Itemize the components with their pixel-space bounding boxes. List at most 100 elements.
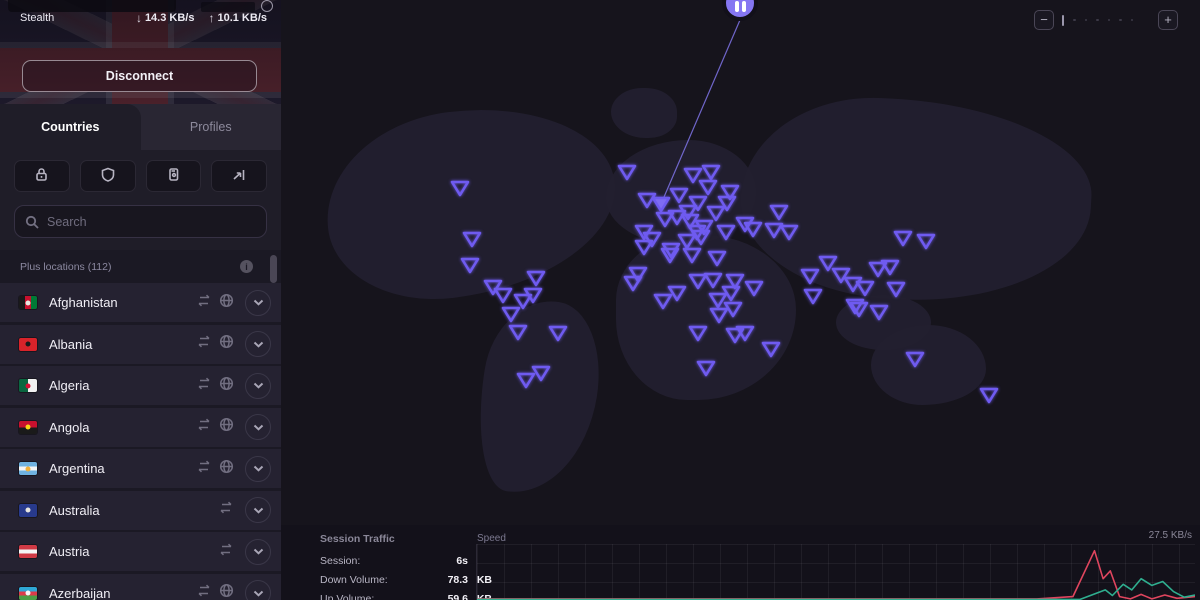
location-pin[interactable] — [644, 233, 660, 246]
expand-country-button[interactable] — [245, 290, 271, 316]
location-pin[interactable] — [679, 235, 695, 248]
globe-icon[interactable] — [219, 293, 234, 313]
swap-connection-icon[interactable] — [218, 501, 234, 519]
location-pin[interactable] — [690, 275, 706, 288]
location-pin[interactable] — [452, 182, 468, 195]
expand-country-button[interactable] — [245, 414, 271, 440]
location-pin[interactable] — [907, 353, 923, 366]
location-pin[interactable] — [690, 327, 706, 340]
location-pin[interactable] — [619, 166, 635, 179]
location-pin[interactable] — [709, 252, 725, 265]
location-pin[interactable] — [518, 374, 534, 387]
location-pin[interactable] — [533, 367, 549, 380]
location-pin[interactable] — [710, 294, 726, 307]
info-icon[interactable]: i — [240, 260, 253, 273]
globe-icon[interactable] — [219, 334, 234, 354]
connected-location-pin[interactable] — [653, 198, 669, 211]
zoom-slider[interactable] — [1062, 15, 1150, 26]
disconnect-button[interactable]: Disconnect — [22, 60, 257, 92]
location-pin[interactable] — [705, 274, 721, 287]
country-row-afghanistan[interactable]: Afghanistan — [0, 283, 281, 322]
expand-country-button[interactable] — [245, 373, 271, 399]
search-box[interactable] — [14, 205, 267, 238]
tab-countries[interactable]: Countries — [0, 104, 141, 150]
session-stat-row: Down Volume:78.3KB — [320, 574, 492, 586]
swap-connection-icon[interactable] — [196, 335, 212, 353]
swap-connection-icon[interactable] — [196, 460, 212, 478]
location-pin[interactable] — [805, 290, 821, 303]
country-row-argentina[interactable]: Argentina — [0, 449, 281, 488]
location-pin[interactable] — [746, 282, 762, 295]
globe-icon[interactable] — [219, 459, 234, 479]
shield-filter-button[interactable] — [80, 160, 136, 192]
location-pin[interactable] — [895, 232, 911, 245]
location-pin[interactable] — [550, 327, 566, 340]
swap-connection-icon[interactable] — [218, 543, 234, 561]
country-row-azerbaijan[interactable]: Azerbaijan — [0, 574, 281, 600]
location-pin[interactable] — [857, 282, 873, 295]
location-pin[interactable] — [655, 295, 671, 308]
swap-connection-icon[interactable] — [196, 377, 212, 395]
country-row-austria[interactable]: Austria — [0, 532, 281, 571]
location-pin[interactable] — [981, 389, 997, 402]
location-pin[interactable] — [503, 308, 519, 321]
location-pin[interactable] — [690, 197, 706, 210]
shield-icon — [101, 167, 115, 185]
location-pin[interactable] — [703, 166, 719, 179]
location-pin[interactable] — [918, 235, 934, 248]
globe-icon[interactable] — [219, 417, 234, 437]
tor-filter-button[interactable] — [146, 160, 202, 192]
globe-icon[interactable] — [219, 583, 234, 600]
location-pin[interactable] — [528, 272, 544, 285]
lock-filter-button[interactable] — [14, 160, 70, 192]
zoom-slider-thumb[interactable] — [1062, 15, 1064, 26]
country-row-albania[interactable]: Albania — [0, 325, 281, 364]
zoom-in-button[interactable]: + — [1158, 10, 1178, 30]
country-row-algeria[interactable]: Algeria — [0, 366, 281, 405]
location-pin[interactable] — [718, 226, 734, 239]
expand-country-button[interactable] — [245, 331, 271, 357]
location-pin[interactable] — [464, 233, 480, 246]
location-pin[interactable] — [708, 207, 724, 220]
location-pin[interactable] — [639, 194, 655, 207]
location-pin[interactable] — [700, 181, 716, 194]
search-input[interactable] — [47, 215, 256, 229]
location-pin[interactable] — [669, 287, 685, 300]
globe-icon[interactable] — [219, 376, 234, 396]
location-pin[interactable] — [781, 226, 797, 239]
country-row-angola[interactable]: Angola — [0, 408, 281, 447]
stat-value: 6s — [430, 555, 468, 567]
location-pin[interactable] — [766, 224, 782, 237]
location-pin[interactable] — [462, 259, 478, 272]
location-pin[interactable] — [871, 306, 887, 319]
location-pin[interactable] — [510, 326, 526, 339]
scrollbar-thumb[interactable] — [270, 255, 277, 283]
location-pin[interactable] — [485, 281, 501, 294]
location-pin[interactable] — [771, 206, 787, 219]
location-pin[interactable] — [671, 189, 687, 202]
tab-profiles[interactable]: Profiles — [141, 104, 282, 150]
expand-country-button[interactable] — [245, 497, 271, 523]
jump-to-server-filter-button[interactable] — [211, 160, 267, 192]
location-pin[interactable] — [630, 268, 646, 281]
location-pin[interactable] — [625, 277, 641, 290]
location-pin[interactable] — [636, 241, 652, 254]
location-pin[interactable] — [698, 362, 714, 375]
location-pin[interactable] — [495, 289, 511, 302]
zoom-out-button[interactable]: − — [1034, 10, 1054, 30]
download-speed: ↓ 14.3 KB/s — [136, 11, 195, 25]
location-pin[interactable] — [685, 169, 701, 182]
location-pin[interactable] — [802, 270, 818, 283]
world-map[interactable]: − + Session Traffic Session:6sDown Volum… — [281, 0, 1200, 600]
location-pin[interactable] — [888, 283, 904, 296]
expand-country-button[interactable] — [245, 456, 271, 482]
location-pin[interactable] — [763, 343, 779, 356]
swap-connection-icon[interactable] — [196, 294, 212, 312]
location-pin[interactable] — [684, 249, 700, 262]
swap-connection-icon[interactable] — [196, 584, 212, 600]
swap-connection-icon[interactable] — [196, 418, 212, 436]
location-pin[interactable] — [711, 309, 727, 322]
expand-country-button[interactable] — [245, 539, 271, 565]
country-row-australia[interactable]: Australia — [0, 491, 281, 530]
expand-country-button[interactable] — [245, 580, 271, 600]
